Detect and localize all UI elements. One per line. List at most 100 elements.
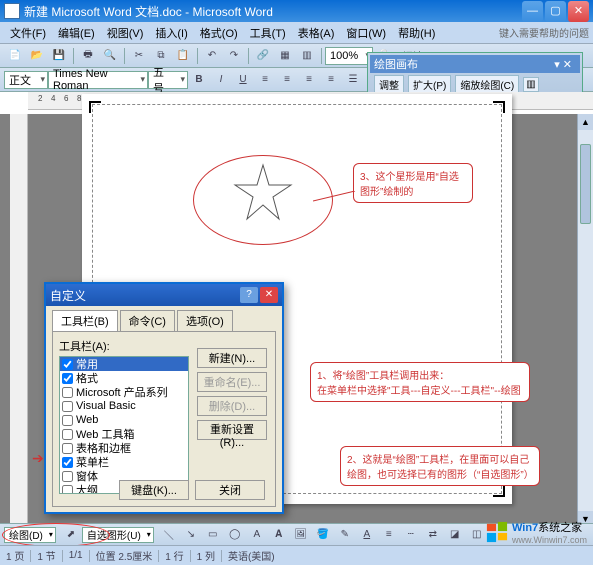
oval-icon[interactable]: ◯ (225, 525, 245, 545)
status-position: 位置 2.5厘米 (96, 548, 153, 563)
tab-toolbars[interactable]: 工具栏(B) (52, 310, 118, 331)
menu-insert[interactable]: 插入(I) (155, 25, 187, 41)
toolbar-list-item[interactable]: Visual Basic (60, 399, 188, 413)
window-maximize-button[interactable]: ▢ (545, 1, 566, 22)
line-spacing-button[interactable]: ☰ (343, 70, 363, 90)
toolbar-list-item[interactable]: 表格和边框 (60, 441, 188, 455)
undo-button[interactable]: ↶ (202, 46, 222, 66)
delete-toolbar-button[interactable]: 删除(D)... (197, 396, 267, 416)
toolbar-checkbox[interactable] (62, 429, 73, 440)
customize-dialog[interactable]: 自定义 ? ✕ 工具栏(B) 命令(C) 选项(O) 工具栏(A): 常用格式M… (44, 282, 284, 514)
toolbar-checkbox[interactable] (62, 387, 73, 398)
dialog-help-button[interactable]: ? (240, 287, 258, 303)
toolbar-checkbox[interactable] (62, 485, 73, 495)
cut-button[interactable]: ✂ (129, 46, 149, 66)
toolbar-list-item[interactable]: 格式 (60, 371, 188, 385)
toolbar-list-item[interactable]: 菜单栏 (60, 455, 188, 469)
clipart-icon[interactable]: 🖼 (291, 525, 311, 545)
drawing-canvas-close-icon[interactable]: ▾ ✕ (550, 58, 576, 71)
dash-style-icon[interactable]: ┄ (401, 525, 421, 545)
help-prompt[interactable]: 键入需要帮助的问题 (499, 25, 589, 40)
style-combo[interactable]: 正文 (4, 71, 48, 89)
menu-window[interactable]: 窗口(W) (346, 25, 386, 41)
menu-help[interactable]: 帮助(H) (398, 25, 435, 41)
vertical-scrollbar[interactable]: ▲ ▼ (577, 114, 593, 527)
keyboard-button[interactable]: 键盘(K)... (119, 480, 189, 500)
close-dialog-button[interactable]: 关闭 (195, 480, 265, 500)
align-center-button[interactable]: ≡ (277, 70, 297, 90)
align-left-button[interactable]: ≡ (255, 70, 275, 90)
drawing-canvas-title: 绘图画布 (374, 56, 418, 72)
window-minimize-button[interactable]: — (522, 1, 543, 22)
scroll-thumb[interactable] (580, 144, 591, 224)
toolbar-checkbox[interactable] (62, 373, 73, 384)
table-button[interactable]: ▦ (275, 46, 295, 66)
fill-color-icon[interactable]: 🪣 (313, 525, 333, 545)
toolbar-list-item[interactable]: 常用 (60, 357, 188, 371)
toolbar-list-item[interactable]: Web 工具箱 (60, 427, 188, 441)
open-button[interactable]: 📂 (27, 46, 47, 66)
toolbar-checkbox[interactable] (62, 471, 73, 482)
textbox-icon[interactable]: A (247, 525, 267, 545)
underline-button[interactable]: U (233, 70, 253, 90)
menubar: 文件(F) 编辑(E) 视图(V) 插入(I) 格式(O) 工具(T) 表格(A… (0, 22, 593, 44)
print-button[interactable]: 🖶 (78, 46, 98, 66)
toolbar-item-label: Microsoft 产品系列 (76, 384, 168, 400)
line-icon[interactable]: ＼ (159, 525, 179, 545)
shadow-icon[interactable]: ◪ (445, 525, 465, 545)
hyperlink-button[interactable]: 🔗 (253, 46, 273, 66)
arrow-icon[interactable]: ↘ (181, 525, 201, 545)
zoom-combo[interactable]: 100% (325, 47, 373, 65)
menu-table[interactable]: 表格(A) (298, 25, 335, 41)
line-style-icon[interactable]: ≡ (379, 525, 399, 545)
new-doc-button[interactable]: 📄 (5, 46, 25, 66)
toolbar-list-item[interactable]: Microsoft 产品系列 (60, 385, 188, 399)
tab-options[interactable]: 选项(O) (177, 310, 233, 331)
font-combo[interactable]: Times New Roman (48, 71, 148, 89)
toolbar-checkbox[interactable] (62, 457, 73, 468)
copy-button[interactable]: ⧉ (151, 46, 171, 66)
fontsize-combo[interactable]: 五号 (148, 71, 188, 89)
menu-view[interactable]: 视图(V) (107, 25, 144, 41)
reset-toolbar-button[interactable]: 重新设置(R)... (197, 420, 267, 440)
window-title: 新建 Microsoft Word 文档.doc - Microsoft Wor… (24, 3, 520, 20)
bold-button[interactable]: B (189, 70, 209, 90)
canvas-wrap-button[interactable]: ▥ (523, 77, 538, 92)
columns-button[interactable]: ▥ (297, 46, 317, 66)
cropmark-tr (493, 101, 505, 113)
arrow-style-icon[interactable]: ⇄ (423, 525, 443, 545)
paste-button[interactable]: 📋 (173, 46, 193, 66)
save-button[interactable]: 💾 (49, 46, 69, 66)
menu-tools[interactable]: 工具(T) (250, 25, 286, 41)
vertical-ruler[interactable] (10, 114, 28, 545)
toolbar-checkbox[interactable] (62, 443, 73, 454)
window-close-button[interactable]: ✕ (568, 1, 589, 22)
menu-file[interactable]: 文件(F) (10, 25, 46, 41)
toolbar-list-item[interactable]: Web (60, 413, 188, 427)
align-right-button[interactable]: ≡ (299, 70, 319, 90)
tab-commands[interactable]: 命令(C) (120, 310, 175, 331)
menu-edit[interactable]: 编辑(E) (58, 25, 95, 41)
italic-button[interactable]: I (211, 70, 231, 90)
toolbars-listbox[interactable]: 常用格式Microsoft 产品系列Visual BasicWebWeb 工具箱… (59, 356, 189, 494)
ruler-tick: 8 (77, 94, 81, 103)
print-preview-button[interactable]: 🔍 (100, 46, 120, 66)
dialog-close-button[interactable]: ✕ (260, 287, 278, 303)
3d-icon[interactable]: ◫ (467, 525, 487, 545)
justify-button[interactable]: ≡ (321, 70, 341, 90)
menu-format[interactable]: 格式(O) (200, 25, 238, 41)
toolbar-checkbox[interactable] (62, 415, 73, 426)
toolbar-checkbox[interactable] (62, 401, 73, 412)
rename-toolbar-button[interactable]: 重命名(E)... (197, 372, 267, 392)
ruler-tick: 2 (38, 94, 42, 103)
line-color-icon[interactable]: ✎ (335, 525, 355, 545)
new-toolbar-button[interactable]: 新建(N)... (197, 348, 267, 368)
redo-button[interactable]: ↷ (224, 46, 244, 66)
wordart-icon[interactable]: 𝐀 (269, 525, 289, 545)
star-autoshape[interactable] (233, 163, 293, 223)
font-color-icon[interactable]: A (357, 525, 377, 545)
ruler-tick: 4 (51, 94, 55, 103)
scroll-up-icon[interactable]: ▲ (578, 114, 593, 130)
toolbar-checkbox[interactable] (62, 359, 73, 370)
rect-icon[interactable]: ▭ (203, 525, 223, 545)
